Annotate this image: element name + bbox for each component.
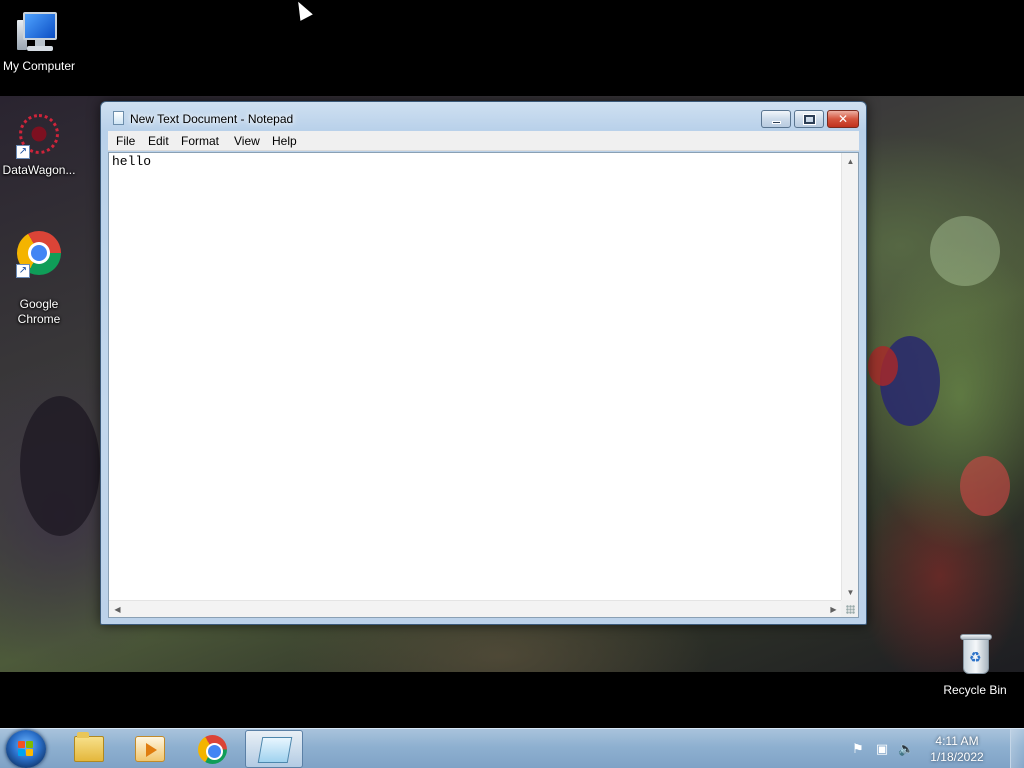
shortcut-arrow-icon: ↗ (16, 264, 30, 278)
menu-file[interactable]: File (116, 134, 135, 148)
desktop-icon-recycle-bin[interactable]: ♻ Recycle Bin (936, 632, 1014, 698)
resize-grip[interactable] (841, 600, 858, 617)
media-player-icon (135, 736, 165, 762)
menu-help[interactable]: Help (272, 134, 297, 148)
system-tray: ⚑ ▣ 🔈 4:11 AM 1/18/2022 (844, 729, 1004, 768)
network-icon[interactable]: ▣ (874, 741, 890, 757)
text-editor-area[interactable]: hello ▲ ▼ ◀ ▶ (108, 152, 859, 618)
show-desktop-button[interactable] (1010, 729, 1024, 768)
notepad-icon (113, 111, 124, 125)
close-icon: ✕ (837, 112, 849, 126)
desktop-icon-label: Recycle Bin (943, 683, 1007, 697)
notepad-icon (257, 737, 293, 763)
windows-start-icon (18, 741, 34, 757)
close-button[interactable]: ✕ (827, 110, 859, 128)
menu-bar: File Edit Format View Help (108, 131, 859, 151)
file-explorer-icon (74, 732, 104, 762)
clock-date: 1/18/2022 (930, 750, 984, 764)
chrome-icon: ↗ (15, 231, 63, 279)
menu-edit[interactable]: Edit (148, 134, 169, 148)
shortcut-arrow-icon: ↗ (16, 145, 30, 159)
start-button[interactable] (6, 730, 46, 768)
datawagon-icon: ↗ (15, 112, 63, 160)
desktop-icon-google-chrome[interactable]: ↗ Google Chrome (0, 216, 78, 342)
clock[interactable]: 4:11 AM 1/18/2022 (922, 733, 992, 765)
desktop-icon-datawagon[interactable]: ↗ DataWagon... (0, 112, 78, 178)
volume-icon[interactable]: 🔈 (898, 741, 914, 757)
desktop-icon-my-computer[interactable]: My Computer (0, 8, 78, 74)
taskbar-notepad[interactable] (245, 730, 303, 768)
scroll-right-icon[interactable]: ▶ (825, 601, 842, 618)
scroll-down-icon[interactable]: ▼ (842, 584, 859, 601)
taskbar-chrome[interactable] (183, 730, 241, 768)
minimize-icon (772, 121, 781, 124)
action-center-flag-icon[interactable]: ⚑ (850, 741, 866, 757)
computer-icon (15, 8, 63, 56)
minimize-button[interactable] (761, 110, 791, 128)
vertical-scrollbar[interactable]: ▲ ▼ (841, 153, 858, 601)
mouse-cursor-icon (292, 0, 313, 21)
editor-content[interactable]: hello (112, 154, 151, 169)
menu-format[interactable]: Format (181, 134, 219, 148)
taskbar: ⚑ ▣ 🔈 4:11 AM 1/18/2022 (0, 728, 1024, 768)
chrome-icon (198, 735, 227, 764)
taskbar-media-player[interactable] (121, 730, 179, 768)
desktop-icon-label: My Computer (2, 59, 76, 73)
clock-time: 4:11 AM (935, 734, 979, 748)
desktop-icon-label: DataWagon... (2, 163, 76, 177)
menu-view[interactable]: View (234, 134, 260, 148)
recycle-bin-icon: ♻ (951, 632, 999, 680)
maximize-icon (803, 114, 816, 125)
desktop: My Computer ↗ DataWagon... ↗ Google Chro… (0, 0, 1024, 728)
maximize-button[interactable] (794, 110, 824, 128)
notepad-window: New Text Document - Notepad ✕ File Edit … (100, 101, 867, 625)
scroll-up-icon[interactable]: ▲ (842, 153, 859, 170)
scroll-left-icon[interactable]: ◀ (109, 601, 126, 618)
taskbar-file-explorer[interactable] (60, 730, 118, 768)
window-title: New Text Document - Notepad (130, 112, 294, 126)
window-titlebar[interactable]: New Text Document - Notepad ✕ (101, 102, 866, 132)
horizontal-scrollbar[interactable]: ◀ ▶ (109, 600, 842, 617)
desktop-icon-label: Google Chrome (17, 297, 61, 326)
